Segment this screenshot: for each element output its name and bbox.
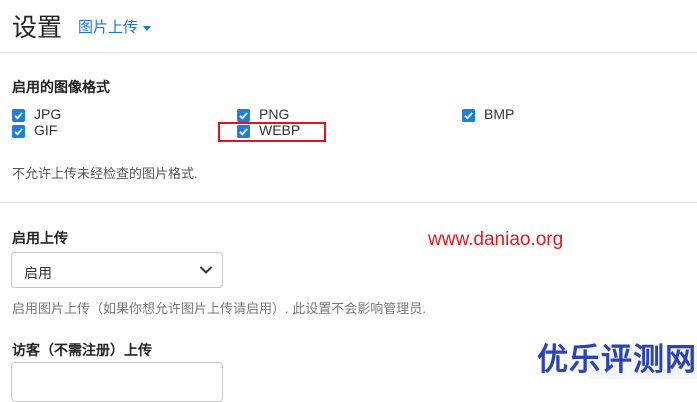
watermark-brand: 优乐评测网 (537, 342, 697, 377)
caret-down-icon (143, 25, 152, 31)
checkbox-bmp[interactable] (462, 109, 475, 122)
formats-label: 启用的图像格式 (12, 79, 110, 95)
checkbox-gif[interactable] (12, 125, 25, 138)
format-label-png: PNG (259, 106, 290, 122)
check-icon (464, 112, 473, 120)
formats-help-text: 不允许上传未经检查的图片格式. (12, 166, 198, 181)
check-icon (14, 112, 23, 120)
watermark-url: www.daniao.org (428, 229, 564, 250)
format-label-jpg: JPG (34, 106, 62, 122)
chevron-down-icon (199, 266, 213, 274)
divider (0, 52, 697, 53)
upload-help-text: 启用图片上传（如果你想允许图片上传请启用）. 此设置不会影响管理员. (12, 301, 426, 316)
checkbox-jpg[interactable] (12, 109, 25, 122)
check-icon (14, 128, 23, 136)
format-label-gif: GIF (34, 122, 58, 138)
settings-section-dropdown[interactable]: 图片上传 (78, 16, 152, 37)
page-title: 设置 (12, 14, 63, 42)
format-label-bmp: BMP (484, 106, 515, 122)
guest-upload-select[interactable] (11, 362, 223, 402)
upload-label: 启用上传 (12, 230, 68, 246)
check-icon (239, 112, 248, 120)
checkbox-png[interactable] (237, 109, 250, 122)
webp-highlight-box (218, 122, 326, 142)
divider (0, 202, 697, 203)
settings-section-label: 图片上传 (78, 19, 139, 36)
upload-select-value: 启用 (24, 265, 52, 281)
upload-select[interactable]: 启用 (11, 252, 223, 288)
guest-upload-label: 访客（不需注册）上传 (12, 342, 152, 358)
